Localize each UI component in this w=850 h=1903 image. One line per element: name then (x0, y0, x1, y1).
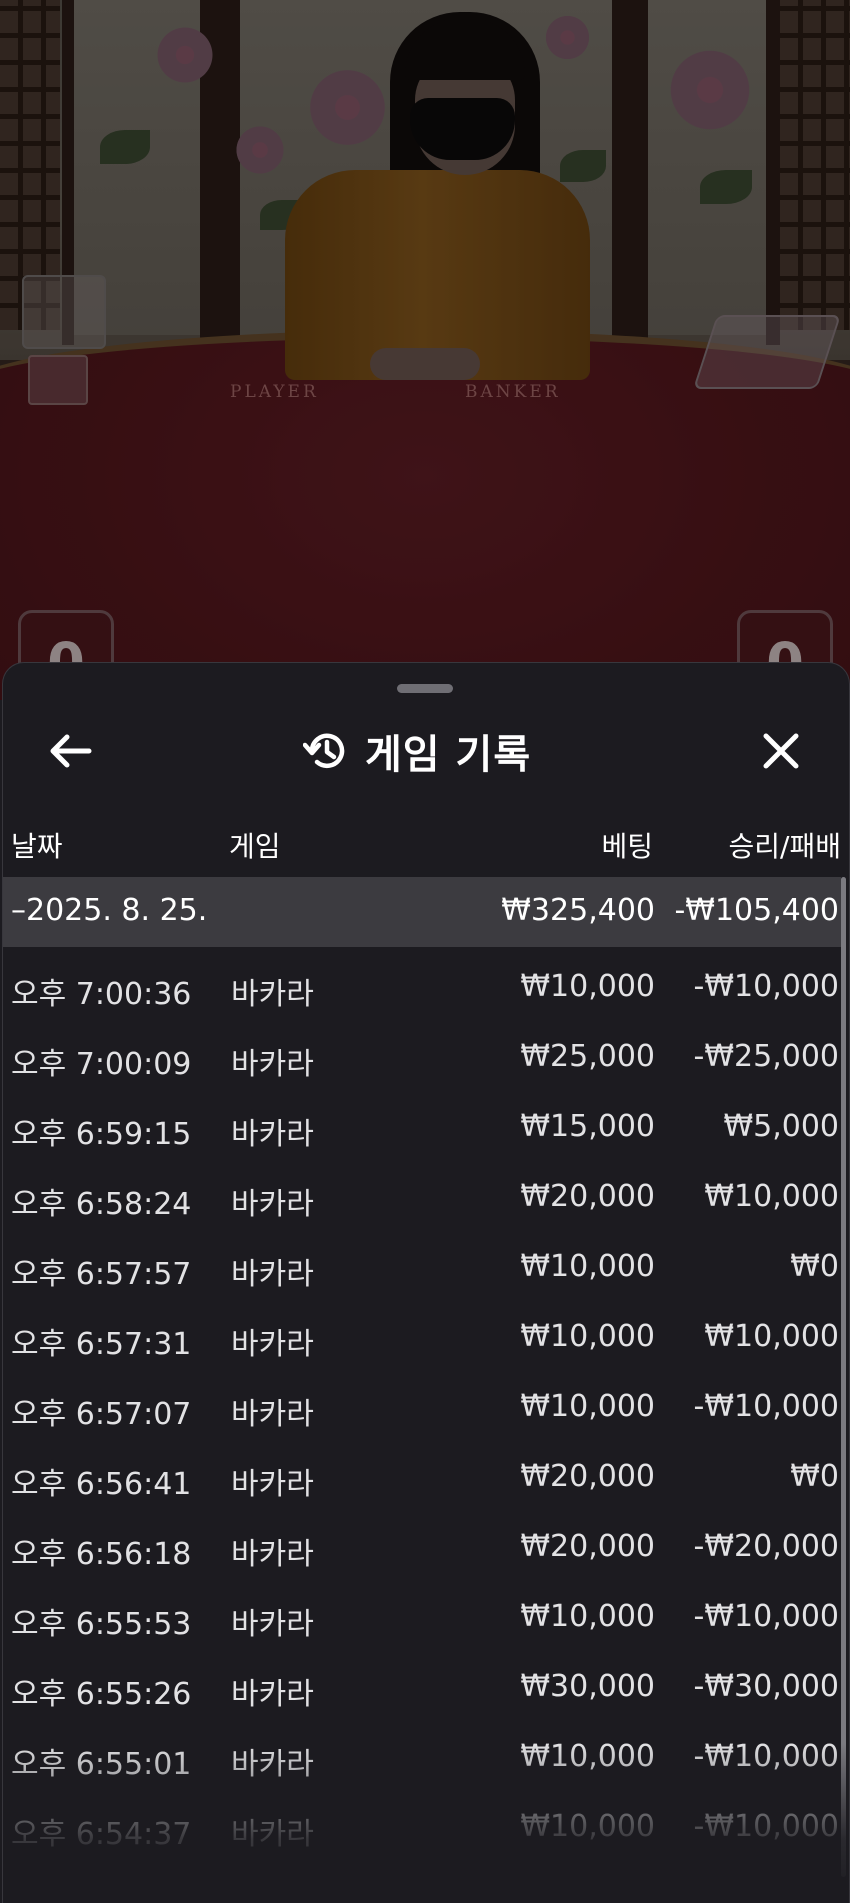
sheet-title-text: 게임 기록 (365, 732, 532, 778)
row-bet: ₩10,000 (520, 1249, 655, 1284)
row-game: 바카라 (231, 1607, 314, 1642)
row-result: ₩10,000 (704, 1319, 839, 1354)
history-row[interactable]: 오후 6:55:26 바카라 ₩30,000 -₩30,000 (3, 1653, 841, 1723)
row-time: 오후 6:55:53 (11, 1607, 192, 1642)
history-row[interactable]: 오후 6:57:07 바카라 ₩10,000 -₩10,000 (3, 1373, 841, 1443)
sheet-header: 게임 기록 (3, 703, 849, 799)
row-game: 바카라 (231, 1397, 314, 1432)
history-icon (303, 733, 345, 768)
row-bet: ₩10,000 (520, 1599, 655, 1634)
column-header-row: 날짜 게임 베팅 승리/패배 (3, 813, 849, 873)
row-game: 바카라 (231, 1257, 314, 1292)
date-group-summary[interactable]: –2025. 8. 25. ₩325,400 -₩105,400 (3, 877, 841, 947)
row-game: 바카라 (231, 1537, 314, 1572)
column-header-bet: 베팅 (601, 830, 653, 863)
row-bet: ₩25,000 (520, 1039, 655, 1074)
row-result: -₩20,000 (693, 1529, 839, 1564)
row-game: 바카라 (231, 1467, 314, 1502)
history-row[interactable]: 오후 6:58:24 바카라 ₩20,000 ₩10,000 (3, 1163, 841, 1233)
history-row[interactable]: 오후 7:00:36 바카라 ₩10,000 -₩10,000 (3, 953, 841, 1023)
row-time: 오후 6:57:31 (11, 1327, 192, 1362)
row-bet: ₩10,000 (520, 969, 655, 1004)
row-game: 바카라 (231, 977, 314, 1012)
history-row[interactable]: 오후 6:57:57 바카라 ₩10,000 ₩0 (3, 1233, 841, 1303)
history-row[interactable]: 오후 6:59:15 바카라 ₩15,000 ₩5,000 (3, 1093, 841, 1163)
row-game: 바카라 (231, 1047, 314, 1082)
row-result: ₩10,000 (704, 1179, 839, 1214)
history-row[interactable]: 오후 6:57:31 바카라 ₩10,000 ₩10,000 (3, 1303, 841, 1373)
summary-date: –2025. 8. 25. (11, 893, 208, 928)
row-bet: ₩15,000 (520, 1109, 655, 1144)
close-icon (763, 733, 799, 769)
row-bet: ₩20,000 (520, 1529, 655, 1564)
row-bet: ₩10,000 (520, 1319, 655, 1354)
history-row[interactable]: 오후 6:55:53 바카라 ₩10,000 -₩10,000 (3, 1583, 841, 1653)
live-video-feed: PLAYER BANKER 0 0 (0, 0, 850, 700)
close-button[interactable] (749, 723, 813, 779)
list-fade-overlay (3, 1743, 849, 1903)
arrow-left-icon (50, 734, 92, 768)
row-time: 오후 7:00:09 (11, 1047, 192, 1082)
row-bet: ₩20,000 (520, 1179, 655, 1214)
column-header-game: 게임 (229, 830, 281, 863)
row-time: 오후 6:57:07 (11, 1397, 192, 1432)
row-bet: ₩30,000 (520, 1669, 655, 1704)
history-row[interactable]: 오후 6:56:18 바카라 ₩20,000 -₩20,000 (3, 1513, 841, 1583)
row-time: 오후 6:57:57 (11, 1257, 192, 1292)
video-dim-overlay (0, 0, 850, 700)
row-result: -₩10,000 (693, 1599, 839, 1634)
summary-result-total: -₩105,400 (674, 893, 839, 928)
row-result: ₩5,000 (723, 1109, 839, 1144)
row-game: 바카라 (231, 1327, 314, 1362)
row-game: 바카라 (231, 1677, 314, 1712)
row-result: -₩10,000 (693, 1389, 839, 1424)
row-time: 오후 6:58:24 (11, 1187, 192, 1222)
row-result: ₩0 (790, 1249, 839, 1284)
row-result: -₩10,000 (693, 969, 839, 1004)
summary-bet-total: ₩325,400 (501, 893, 655, 928)
row-bet: ₩10,000 (520, 1389, 655, 1424)
history-list: 오후 7:00:36 바카라 ₩10,000 -₩10,000 오후 7:00:09 바카… (3, 953, 841, 1863)
row-result: -₩30,000 (693, 1669, 839, 1704)
row-game: 바카라 (231, 1117, 314, 1152)
column-header-date: 날짜 (11, 830, 63, 863)
row-result: ₩0 (790, 1459, 839, 1494)
row-game: 바카라 (231, 1187, 314, 1222)
row-time: 오후 7:00:36 (11, 977, 192, 1012)
scrollbar[interactable] (841, 877, 846, 1877)
sheet-title: 게임 기록 (303, 721, 531, 781)
back-button[interactable] (39, 723, 103, 779)
row-result: -₩25,000 (693, 1039, 839, 1074)
row-time: 오후 6:59:15 (11, 1117, 192, 1152)
game-history-sheet: 게임 기록 날짜 게임 베팅 승리/패배 –2025. 8. 25. ₩325,… (2, 662, 850, 1903)
row-bet: ₩20,000 (520, 1459, 655, 1494)
row-time: 오후 6:56:41 (11, 1467, 192, 1502)
row-time: 오후 6:56:18 (11, 1537, 192, 1572)
sheet-drag-handle[interactable] (397, 684, 453, 693)
row-time: 오후 6:55:26 (11, 1677, 192, 1712)
history-row[interactable]: 오후 7:00:09 바카라 ₩25,000 -₩25,000 (3, 1023, 841, 1093)
history-row[interactable]: 오후 6:56:41 바카라 ₩20,000 ₩0 (3, 1443, 841, 1513)
column-header-result: 승리/패배 (728, 830, 841, 863)
